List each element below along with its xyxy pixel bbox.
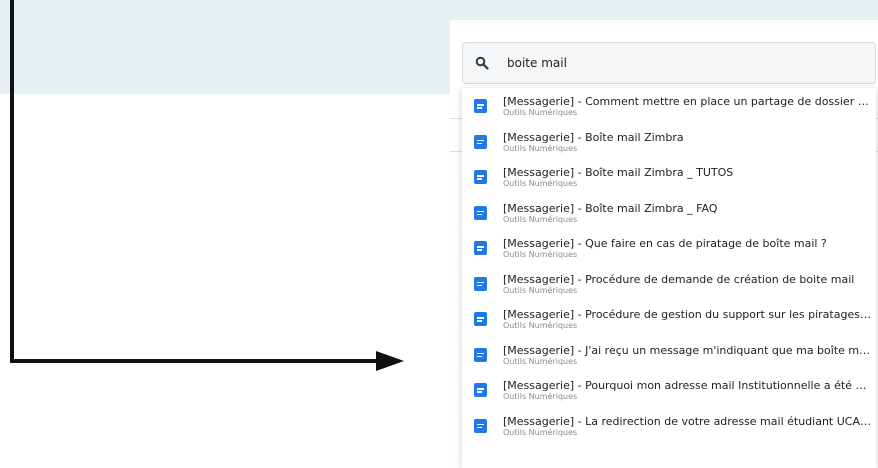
result-category: Outils Numériques [503, 179, 578, 188]
document-icon [474, 170, 487, 184]
result-title: [Messagerie] - Procédure de gestion du s… [503, 309, 873, 321]
result-category: Outils Numériques [503, 214, 578, 224]
result-title: [Messagerie] - La redirection de votre a… [503, 415, 873, 428]
result-text: [Messagerie] - Comment mettre en place u… [503, 96, 873, 117]
search-icon [475, 53, 503, 73]
result-title: [Messagerie] - Boîte mail Zimbra [503, 131, 684, 144]
result-text: [Messagerie] - La redirection de votre a… [503, 416, 873, 437]
search-result-item[interactable]: [Messagerie] - Boîte mail Zimbra _ TUTOS… [462, 159, 876, 195]
result-text: [Messagerie] - Que faire en cas de pirat… [503, 238, 873, 259]
result-category: Outils Numériques [503, 285, 578, 295]
document-icon [474, 205, 487, 220]
result-text: [Messagerie] - Pourquoi mon adresse mail… [503, 380, 873, 401]
result-title: [Messagerie] - Que faire en cas de pirat… [503, 238, 827, 250]
search-result-item[interactable]: [Messagerie] - La redirection de votre a… [462, 408, 876, 444]
search-box[interactable] [462, 42, 876, 84]
result-text: [Messagerie] - Boîte mail Zimbra Outils N… [503, 132, 873, 153]
result-category: Outils Numériques [503, 427, 578, 437]
annotation-arrow-head-icon [376, 351, 404, 371]
result-text: [Messagerie] - J'ai reçu un message m'in… [503, 345, 873, 366]
search-result-item[interactable]: [Messagerie] - Que faire en cas de pirat… [462, 230, 876, 266]
result-category: Outils Numériques [503, 392, 578, 401]
search-result-item[interactable]: [Messagerie] - Comment mettre en place u… [462, 88, 876, 124]
result-category: Outils Numériques [503, 250, 578, 259]
result-text: [Messagerie] - Boîte mail Zimbra _ TUTOS… [503, 167, 873, 188]
search-results-dropdown: [Messagerie] - Comment mettre en place u… [462, 88, 876, 468]
document-icon [474, 134, 487, 149]
result-category: Outils Numériques [503, 143, 578, 153]
document-icon [474, 312, 487, 326]
result-text: [Messagerie] - Procédure de demande de c… [503, 274, 873, 295]
annotation-arrow-shaft-horizontal [10, 359, 382, 363]
search-input[interactable] [503, 48, 847, 78]
result-title: [Messagerie] - Comment mettre en place u… [503, 96, 873, 108]
result-title: [Messagerie] - Pourquoi mon adresse mail… [503, 380, 873, 392]
result-category: Outils Numériques [503, 108, 578, 117]
search-result-item[interactable]: [Messagerie] - Boîte mail Zimbra _ FAQ Ou… [462, 195, 876, 231]
search-result-item[interactable]: [Messagerie] - J'ai reçu un message m'in… [462, 337, 876, 373]
result-title: [Messagerie] - Boîte mail Zimbra _ FAQ [503, 202, 718, 215]
search-result-item[interactable]: [Messagerie] - Procédure de demande de c… [462, 266, 876, 302]
document-icon [474, 276, 487, 291]
result-category: Outils Numériques [503, 356, 578, 366]
result-title: [Messagerie] - Boîte mail Zimbra _ TUTOS [503, 167, 734, 179]
result-text: [Messagerie] - Boîte mail Zimbra _ FAQ Ou… [503, 203, 873, 224]
document-icon [474, 383, 487, 397]
search-result-item[interactable]: [Messagerie] - Boîte mail Zimbra Outils N… [462, 124, 876, 160]
document-icon [474, 347, 487, 362]
result-title: [Messagerie] - Procédure de demande de c… [503, 273, 855, 286]
document-icon [474, 99, 487, 113]
document-icon [474, 418, 487, 433]
annotation-arrow-shaft-vertical [10, 0, 14, 363]
document-icon [474, 241, 487, 255]
result-text: [Messagerie] - Procédure de gestion du s… [503, 309, 873, 330]
result-category: Outils Numériques [503, 321, 578, 330]
result-title: [Messagerie] - J'ai reçu un message m'in… [503, 344, 873, 357]
search-result-item[interactable]: [Messagerie] - Pourquoi mon adresse mail… [462, 372, 876, 408]
search-result-item[interactable]: [Messagerie] - Procédure de gestion du s… [462, 301, 876, 337]
